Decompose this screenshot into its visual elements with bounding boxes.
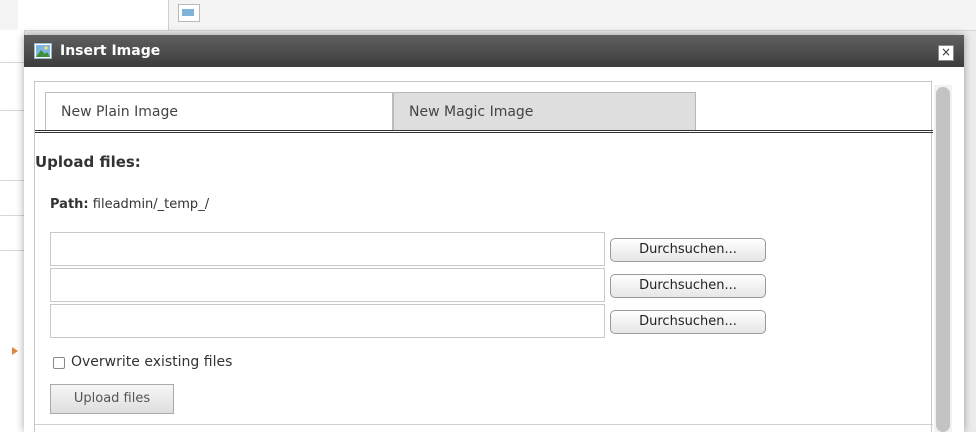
tab-new-magic-image[interactable]: New Magic Image: [393, 92, 696, 130]
path-label: Path:: [50, 197, 89, 212]
path-value: fileadmin/_temp_/: [92, 197, 210, 212]
background-divider: [0, 62, 24, 63]
section-title: Upload files:: [35, 153, 141, 171]
upload-files-button[interactable]: Upload files: [50, 384, 174, 414]
scrollbar[interactable]: [934, 85, 952, 432]
close-icon[interactable]: ×: [938, 45, 954, 61]
background-divider: [0, 110, 24, 111]
tab-divider: [35, 130, 933, 133]
tab-new-plain-image[interactable]: New Plain Image: [45, 92, 393, 130]
overwrite-checkbox[interactable]: [53, 357, 65, 369]
file-input[interactable]: [50, 268, 605, 302]
dialog-title: Insert Image: [60, 43, 161, 59]
background-tab: [18, 0, 169, 30]
background-divider: [0, 250, 24, 251]
arrow-marker-icon: [12, 347, 18, 355]
insert-image-dialog: Insert Image × New Plain Image New Magic…: [24, 35, 964, 432]
dialog-content: New Plain Image New Magic Image Upload f…: [34, 81, 933, 432]
file-input[interactable]: [50, 232, 605, 266]
image-icon: [34, 43, 52, 59]
browse-button[interactable]: Durchsuchen...: [610, 238, 766, 262]
image-thumbnail-icon[interactable]: [178, 4, 200, 22]
path-line: Path: fileadmin/_temp_/: [50, 197, 209, 212]
background-left-panel: [0, 30, 25, 432]
browse-button[interactable]: Durchsuchen...: [610, 274, 766, 298]
browse-button[interactable]: Durchsuchen...: [610, 310, 766, 334]
background-divider: [0, 215, 24, 216]
file-input[interactable]: [50, 304, 605, 338]
overwrite-label[interactable]: Overwrite existing files: [71, 354, 232, 370]
dialog-titlebar[interactable]: Insert Image ×: [24, 35, 964, 67]
section-divider: [35, 424, 933, 425]
background-divider: [0, 180, 24, 181]
scrollbar-thumb[interactable]: [936, 87, 950, 432]
